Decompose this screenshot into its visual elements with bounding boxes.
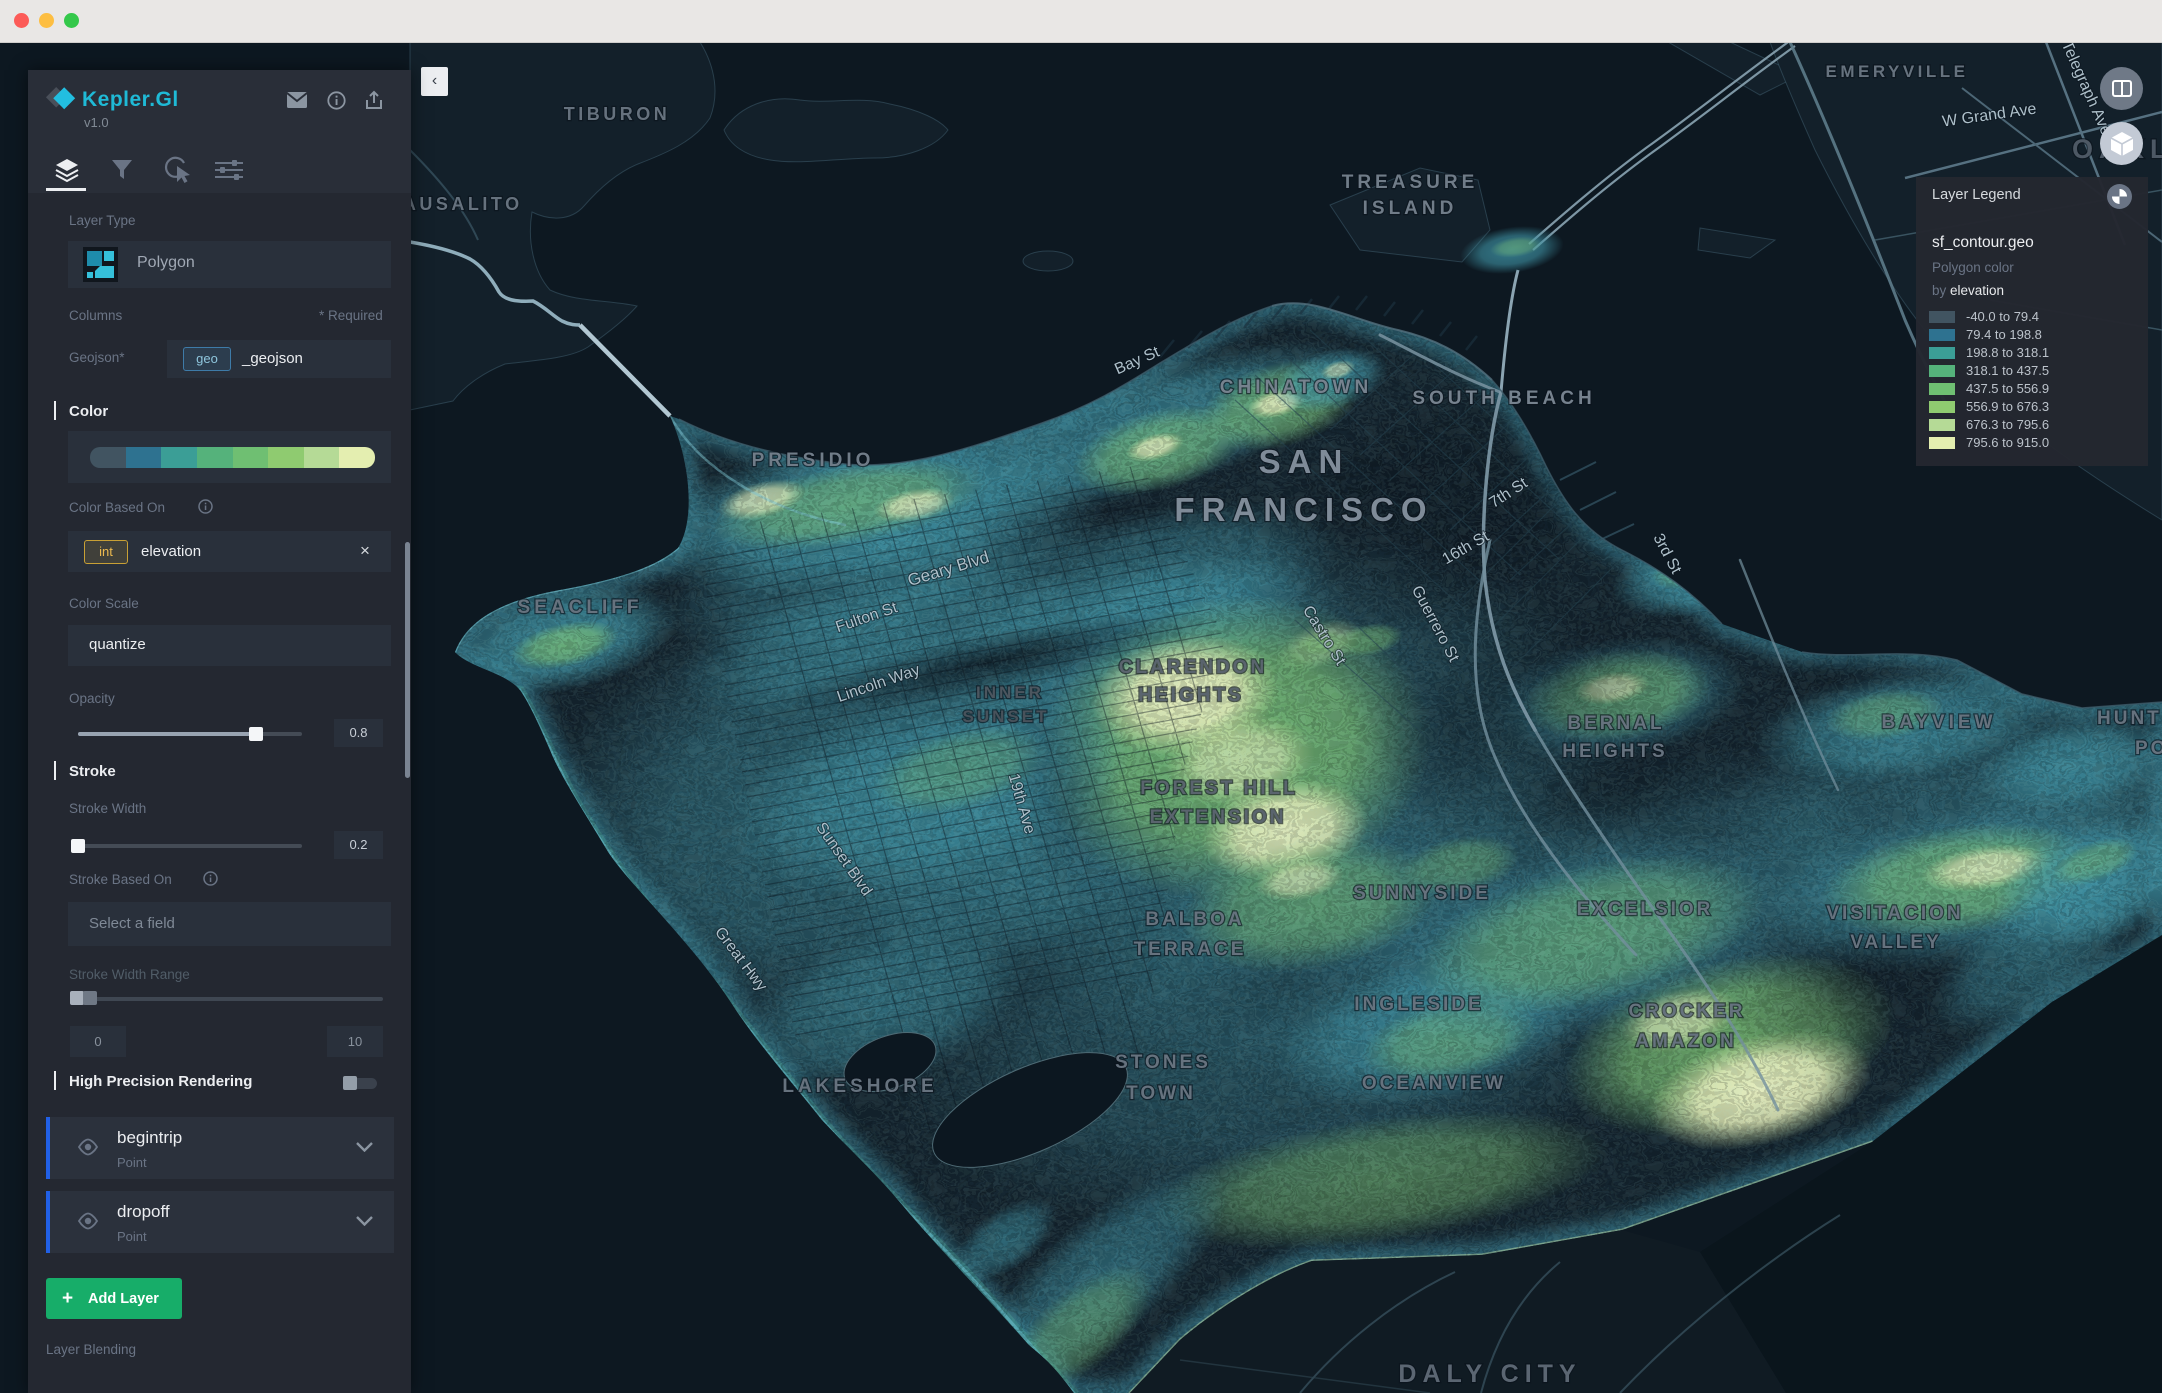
- svg-text:TREASURE: TREASURE: [1342, 172, 1479, 193]
- svg-text:EMERYVILLE: EMERYVILLE: [1826, 62, 1969, 81]
- svg-text:AMAZON: AMAZON: [1635, 1031, 1736, 1052]
- svg-text:TERRACE: TERRACE: [1134, 939, 1247, 960]
- svg-text:SUNNYSIDE: SUNNYSIDE: [1353, 883, 1491, 904]
- svg-text:INNER: INNER: [976, 683, 1044, 702]
- svg-text:VISITACION: VISITACION: [1826, 903, 1963, 924]
- svg-text:OCEANVIEW: OCEANVIEW: [1362, 1073, 1506, 1094]
- svg-text:STONES: STONES: [1115, 1052, 1211, 1073]
- svg-text:TOWN: TOWN: [1126, 1083, 1196, 1104]
- svg-text:HEIGHTS: HEIGHTS: [1562, 741, 1667, 762]
- svg-text:FOREST HILL: FOREST HILL: [1140, 778, 1298, 799]
- svg-text:HUNT: HUNT: [2097, 708, 2162, 729]
- svg-text:POI: POI: [2135, 738, 2162, 759]
- svg-text:BAYVIEW: BAYVIEW: [1882, 712, 1997, 733]
- svg-text:CLARENDON: CLARENDON: [1119, 657, 1267, 678]
- svg-text:FRANCISCO: FRANCISCO: [1174, 491, 1433, 528]
- svg-text:SUNSET: SUNSET: [963, 707, 1050, 726]
- svg-text:PRESIDIO: PRESIDIO: [752, 450, 875, 471]
- svg-text:SAN: SAN: [1259, 443, 1350, 480]
- svg-text:ISLAND: ISLAND: [1363, 198, 1458, 219]
- svg-text:VALLEY: VALLEY: [1850, 932, 1942, 953]
- svg-text:DALY CITY: DALY CITY: [1398, 1360, 1581, 1388]
- svg-text:BALBOA: BALBOA: [1145, 909, 1244, 930]
- svg-text:TIBURON: TIBURON: [564, 104, 671, 124]
- svg-text:BERNAL: BERNAL: [1567, 713, 1664, 734]
- svg-text:EXCELSIOR: EXCELSIOR: [1577, 899, 1714, 920]
- svg-text:CHINATOWN: CHINATOWN: [1220, 377, 1372, 398]
- svg-text:SOUTH BEACH: SOUTH BEACH: [1412, 388, 1595, 409]
- svg-text:CROCKER: CROCKER: [1628, 1001, 1745, 1022]
- svg-text:HEIGHTS: HEIGHTS: [1138, 685, 1243, 706]
- svg-text:LAKESHORE: LAKESHORE: [782, 1076, 937, 1097]
- svg-text:SEACLIFF: SEACLIFF: [518, 597, 643, 618]
- svg-text:EXTENSION: EXTENSION: [1150, 807, 1287, 828]
- svg-text:INGLESIDE: INGLESIDE: [1354, 994, 1483, 1015]
